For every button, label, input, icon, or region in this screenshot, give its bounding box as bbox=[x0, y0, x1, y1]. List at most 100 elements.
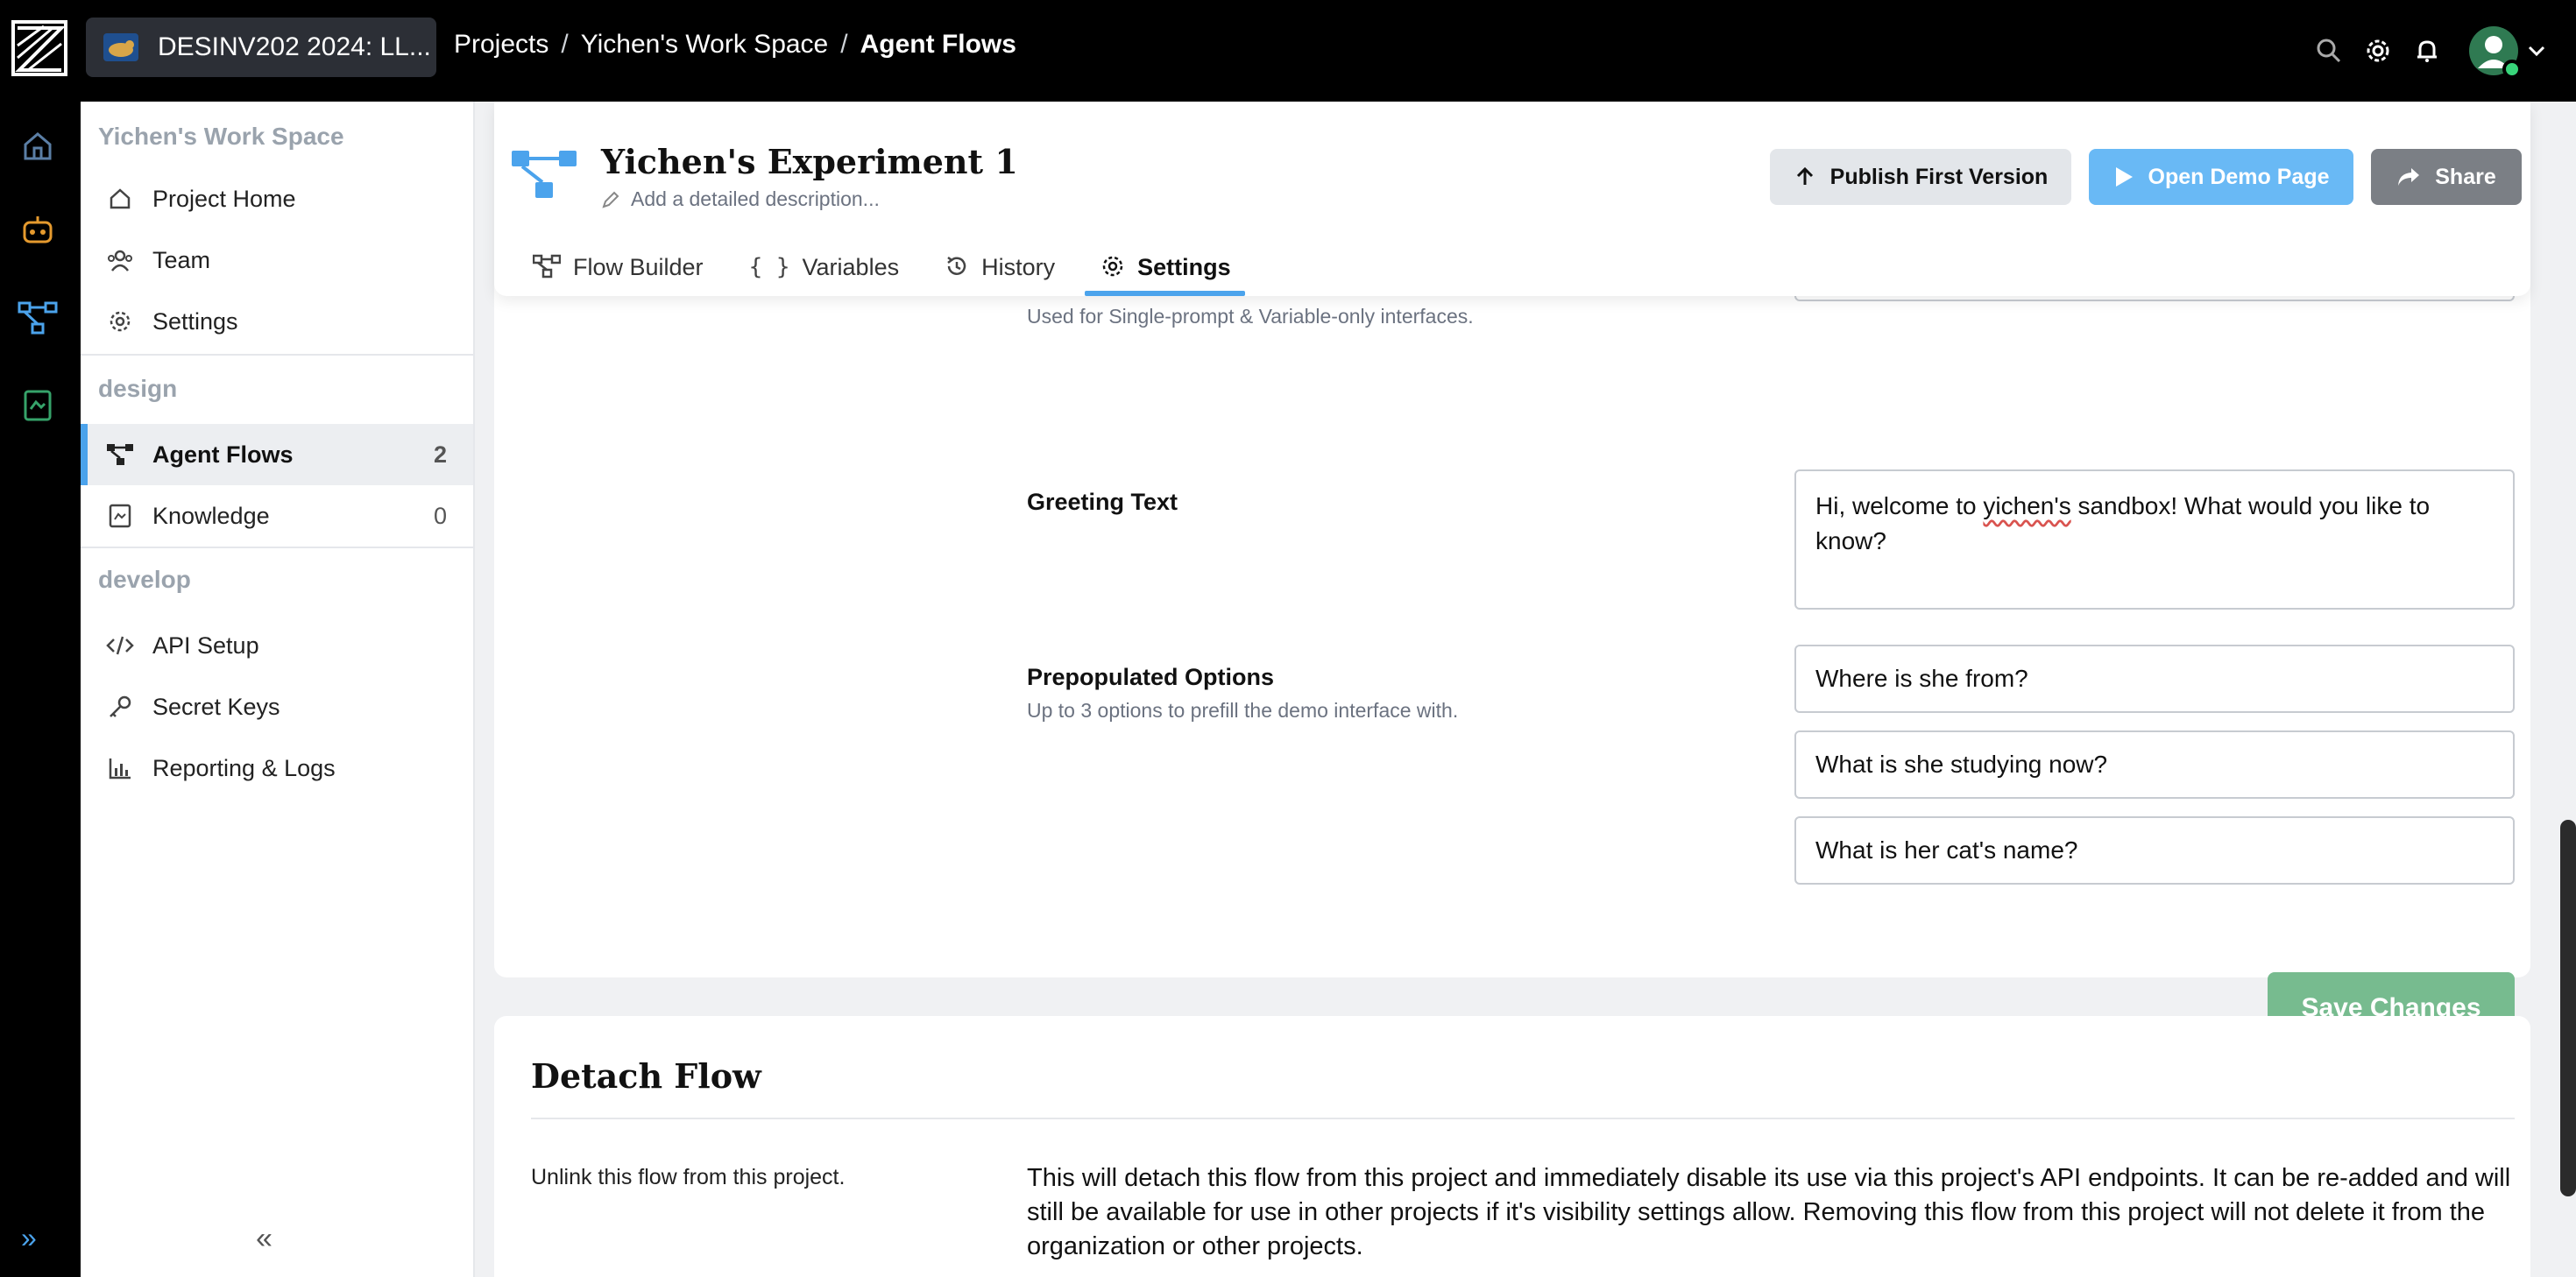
key-icon bbox=[105, 692, 135, 722]
scrollbar[interactable] bbox=[2560, 820, 2576, 1196]
chart-icon bbox=[105, 753, 135, 783]
project-sidebar: Yichen's Work Space Project Home Team Se… bbox=[81, 102, 475, 1277]
greeting-label: Greeting Text bbox=[1027, 489, 1178, 515]
sidebar-item-label: Secret Keys bbox=[152, 693, 280, 720]
tab-label: Variables bbox=[802, 254, 900, 280]
play-icon bbox=[2115, 167, 2133, 187]
tab-label: Settings bbox=[1137, 254, 1231, 280]
sidebar-item-knowledge[interactable]: Knowledge 0 bbox=[81, 485, 473, 547]
project-bear-icon bbox=[103, 33, 138, 61]
section-design: design bbox=[98, 375, 178, 402]
greeting-text-misspelled: yichen's bbox=[1983, 492, 2071, 519]
flow-icon bbox=[533, 254, 561, 279]
sidebar-item-team[interactable]: Team bbox=[81, 229, 473, 291]
detach-description: This will detach this flow from this pro… bbox=[1027, 1164, 2511, 1260]
tab-flow-builder[interactable]: Flow Builder bbox=[513, 249, 730, 296]
breadcrumb-workspace[interactable]: Yichen's Work Space bbox=[581, 30, 829, 60]
avatar[interactable] bbox=[2469, 26, 2522, 79]
sidebar-item-label: Settings bbox=[152, 307, 238, 335]
knowledge-icon bbox=[105, 501, 135, 531]
main-content: Used for Single-prompt & Variable-only i… bbox=[475, 102, 2576, 1277]
flow-icon[interactable] bbox=[16, 296, 60, 340]
open-demo-page-button[interactable]: Open Demo Page bbox=[2089, 149, 2353, 205]
detach-flow-card: Detach Flow Unlink this flow from this p… bbox=[494, 1016, 2530, 1277]
option-input-3[interactable]: What is her cat's name? bbox=[1794, 816, 2515, 885]
code-icon bbox=[105, 631, 135, 660]
demo-label: Open Demo Page bbox=[2148, 164, 2330, 189]
knowledge-icon[interactable] bbox=[16, 384, 60, 427]
section-develop: develop bbox=[98, 566, 191, 593]
option-input-1[interactable]: Where is she from? bbox=[1794, 645, 2515, 713]
breadcrumb: Projects / Yichen's Work Space / Agent F… bbox=[454, 30, 1016, 60]
sidebar-item-agent-flows[interactable]: Agent Flows 2 bbox=[81, 424, 473, 485]
share-arrow-icon bbox=[2398, 168, 2420, 186]
history-icon bbox=[947, 257, 966, 275]
page-title: Yichen's Experiment 1 bbox=[601, 142, 1018, 181]
greeting-textarea[interactable]: Hi, welcome to yichen's sandbox! What wo… bbox=[1794, 469, 2515, 610]
sidebar-item-reporting-logs[interactable]: Reporting & Logs bbox=[81, 737, 473, 799]
home-icon bbox=[105, 184, 135, 214]
left-rail: » bbox=[0, 102, 81, 1277]
sidebar-divider bbox=[81, 547, 473, 548]
sidebar-item-project-home[interactable]: Project Home bbox=[81, 168, 473, 229]
share-button[interactable]: Share bbox=[2371, 149, 2522, 205]
gear-icon bbox=[1102, 256, 1123, 277]
option-input-2[interactable]: What is she studying now? bbox=[1794, 730, 2515, 799]
description-field[interactable]: Add a detailed description... bbox=[601, 187, 880, 211]
flow-tabs: Flow Builder { } Variables History Setti… bbox=[513, 249, 1257, 296]
pencil-icon bbox=[602, 191, 619, 208]
settings-card: Used for Single-prompt & Variable-only i… bbox=[494, 224, 2530, 1044]
publish-label: Publish First Version bbox=[1829, 164, 2049, 189]
description-placeholder: Add a detailed description... bbox=[631, 187, 880, 210]
publish-first-version-button[interactable]: Publish First Version bbox=[1770, 149, 2071, 205]
share-label: Share bbox=[2435, 164, 2496, 189]
robot-icon[interactable] bbox=[16, 208, 60, 252]
interface-hint: Used for Single-prompt & Variable-only i… bbox=[1027, 305, 1474, 328]
workspace-title: Yichen's Work Space bbox=[98, 123, 344, 150]
detach-subtitle: Unlink this flow from this project. bbox=[531, 1165, 846, 1189]
arrow-up-icon bbox=[1796, 166, 1813, 185]
breadcrumb-projects[interactable]: Projects bbox=[454, 30, 548, 60]
tab-settings[interactable]: Settings bbox=[1081, 249, 1257, 296]
chevron-down-icon[interactable] bbox=[2523, 38, 2550, 64]
team-icon bbox=[105, 245, 135, 275]
sidebar-item-count: 0 bbox=[433, 502, 447, 529]
flow-icon bbox=[105, 440, 135, 469]
sidebar-item-label: Team bbox=[152, 246, 211, 273]
tab-variables[interactable]: { } Variables bbox=[730, 249, 926, 296]
gear-icon[interactable] bbox=[2360, 33, 2396, 68]
greeting-text-part: Hi, welcome to bbox=[1815, 492, 1984, 519]
bell-icon[interactable] bbox=[2410, 33, 2445, 68]
tab-history[interactable]: History bbox=[925, 249, 1081, 296]
sidebar-item-api-setup[interactable]: API Setup bbox=[81, 615, 473, 676]
collapse-sidebar-icon[interactable]: « bbox=[256, 1222, 272, 1256]
sidebar-item-label: Reporting & Logs bbox=[152, 754, 336, 781]
project-switcher-label: DESINV202 2024: LL... bbox=[158, 32, 431, 61]
sidebar-item-label: Agent Flows bbox=[152, 441, 294, 468]
breadcrumb-separator: / bbox=[840, 30, 848, 59]
app-logo-icon[interactable] bbox=[11, 19, 68, 77]
breadcrumb-separator: / bbox=[561, 30, 569, 59]
home-icon[interactable] bbox=[16, 124, 60, 168]
top-actions bbox=[2311, 0, 2576, 102]
sidebar-item-secret-keys[interactable]: Secret Keys bbox=[81, 676, 473, 737]
prepopulated-options-hint: Up to 3 options to prefill the demo inte… bbox=[1027, 699, 1459, 722]
detach-title: Detach Flow bbox=[531, 1056, 761, 1096]
tab-label: Flow Builder bbox=[573, 254, 704, 280]
divider bbox=[531, 1118, 2515, 1119]
sidebar-item-settings[interactable]: Settings bbox=[81, 291, 473, 352]
braces-icon: { } bbox=[748, 254, 790, 280]
prepopulated-options-label: Prepopulated Options bbox=[1027, 664, 1275, 690]
tab-label: History bbox=[981, 254, 1056, 280]
expand-rail-icon[interactable]: » bbox=[21, 1222, 37, 1254]
flow-icon bbox=[512, 151, 577, 198]
gear-icon bbox=[105, 307, 135, 336]
sidebar-divider bbox=[81, 354, 473, 356]
top-bar: DESINV202 2024: LL... Projects / Yichen'… bbox=[0, 0, 2576, 102]
sidebar-item-label: API Setup bbox=[152, 631, 259, 659]
flow-header: Yichen's Experiment 1 Add a detailed des… bbox=[494, 102, 2530, 296]
search-icon[interactable] bbox=[2311, 33, 2346, 68]
breadcrumb-current: Agent Flows bbox=[860, 30, 1016, 59]
sidebar-item-count: 2 bbox=[433, 441, 447, 468]
project-switcher[interactable]: DESINV202 2024: LL... bbox=[86, 18, 436, 77]
